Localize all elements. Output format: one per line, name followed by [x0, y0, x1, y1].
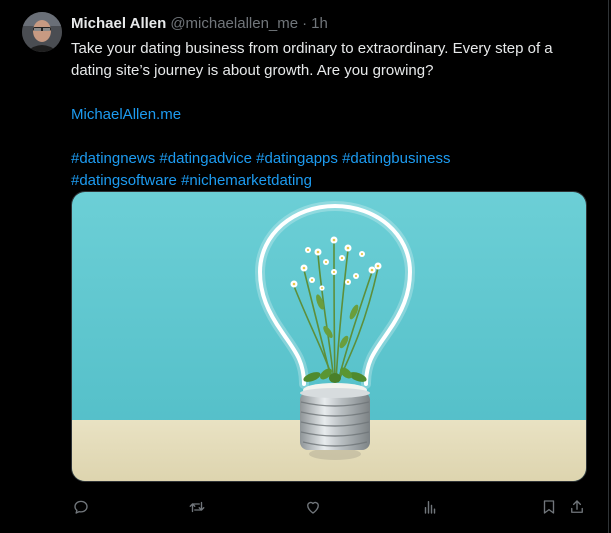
reply-button[interactable]: [66, 495, 96, 519]
avatar-image: [22, 12, 62, 52]
author-display-name[interactable]: Michael Allen: [71, 15, 166, 32]
hashtag[interactable]: #nichemarketdating: [181, 172, 312, 189]
tweet-timestamp[interactable]: 1h: [311, 15, 328, 32]
tweet-link[interactable]: MichaelAllen.me: [71, 106, 181, 123]
tweet-body: Take your dating business from ordinary …: [71, 38, 596, 192]
hashtag-line-2: #datingsoftware #nichemarketdating: [71, 170, 596, 192]
separator-dot: ·: [302, 14, 308, 32]
tweet-card[interactable]: Michael Allen @michaelallen_me · 1h Take…: [0, 0, 609, 533]
author-handle[interactable]: @michaelallen_me: [170, 15, 298, 32]
share-icon: [571, 500, 583, 513]
hashtag[interactable]: #datingsoftware: [71, 172, 177, 189]
tweet-actions-bar: [64, 495, 596, 519]
share-button[interactable]: [562, 495, 592, 519]
lightbulb-plant-image: [72, 192, 586, 481]
reply-icon: [74, 500, 88, 514]
bookmark-button[interactable]: [534, 495, 564, 519]
tweet-text: Take your dating business from ordinary …: [71, 40, 553, 79]
like-icon: [307, 501, 319, 514]
hashtag[interactable]: #datingnews: [71, 150, 155, 167]
bookmark-icon: [543, 500, 555, 514]
hashtag-line-1: #datingnews #datingadvice #datingapps #d…: [71, 148, 596, 170]
like-button[interactable]: [298, 495, 328, 519]
hashtag[interactable]: #datingapps: [256, 150, 338, 167]
repost-icon: [189, 501, 205, 513]
hashtag[interactable]: #datingbusiness: [342, 150, 450, 167]
tweet-header: Michael Allen @michaelallen_me · 1h: [71, 13, 328, 33]
views-button[interactable]: [415, 495, 445, 519]
tweet-media-image[interactable]: [71, 191, 587, 482]
repost-button[interactable]: [182, 495, 212, 519]
hashtag[interactable]: #datingadvice: [159, 150, 252, 167]
avatar[interactable]: [22, 12, 62, 52]
views-icon: [424, 501, 436, 514]
